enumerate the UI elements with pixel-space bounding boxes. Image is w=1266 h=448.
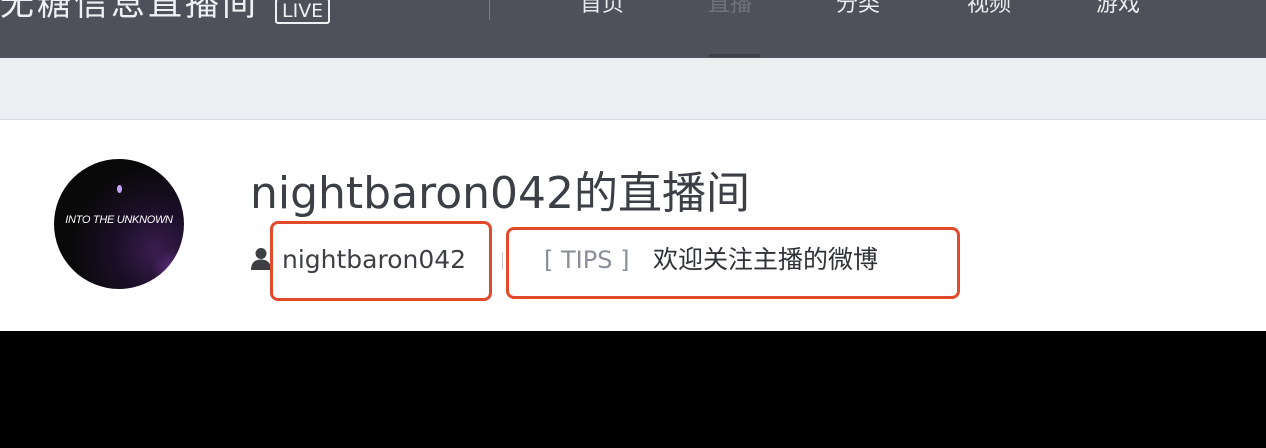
active-tab-underline <box>709 54 760 57</box>
annotation-box-username <box>270 221 492 301</box>
video-player[interactable] <box>0 331 1266 448</box>
avatar-text: INTO THE UNKNOWN <box>65 214 173 226</box>
user-icon <box>251 248 271 270</box>
streamer-avatar[interactable]: INTO THE UNKNOWN <box>54 159 184 289</box>
sub-header-band <box>0 58 1266 120</box>
room-header: INTO THE UNKNOWN nightbaron042的直播间 night… <box>0 120 1266 331</box>
avatar-spark <box>117 185 122 193</box>
room-title: nightbaron042的直播间 <box>250 168 750 219</box>
nav-item-video[interactable]: 视频 <box>967 0 1011 20</box>
top-navbar: 无糖信息直播间 LIVE 首页 直播 分类 视频 游戏 <box>0 0 1266 58</box>
info-separator <box>502 252 503 270</box>
page: 无糖信息直播间 LIVE 首页 直播 分类 视频 游戏 INTO THE UNK… <box>0 0 1266 448</box>
nav-item-home[interactable]: 首页 <box>580 0 624 20</box>
brand[interactable]: 无糖信息直播间 LIVE <box>0 0 331 24</box>
annotation-box-tips <box>506 227 960 299</box>
avatar-glow <box>151 249 184 289</box>
nav-item-games[interactable]: 游戏 <box>1096 0 1140 20</box>
nav-divider <box>489 0 490 20</box>
brand-title[interactable]: 无糖信息直播间 <box>0 0 259 24</box>
nav-item-category[interactable]: 分类 <box>836 0 880 20</box>
nav-item-live[interactable]: 直播 <box>708 0 752 20</box>
live-badge: LIVE <box>275 0 331 24</box>
